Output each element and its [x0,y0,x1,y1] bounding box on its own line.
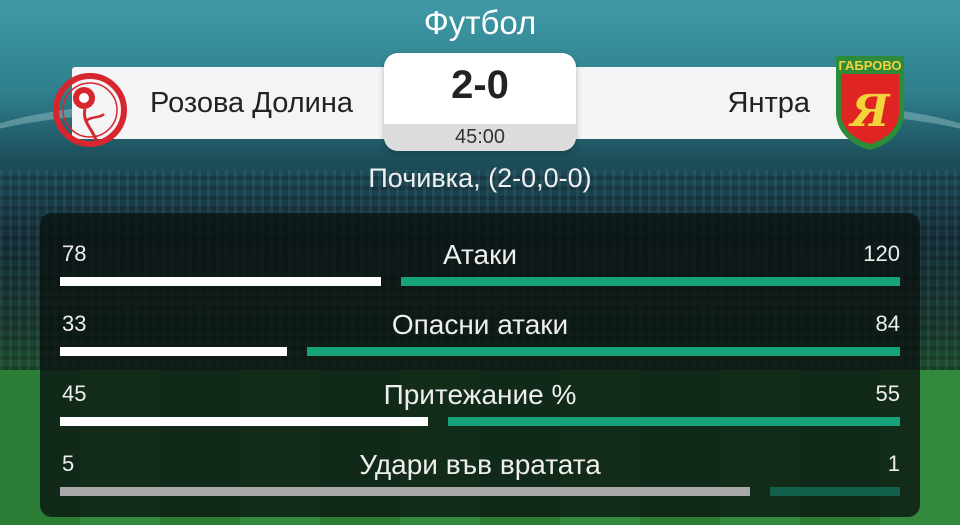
stat-away-bar [448,417,900,426]
stat-home-bar [60,277,381,286]
stat-home-bar [60,487,750,496]
home-team-name[interactable]: Розова Долина [150,67,353,139]
match-score: 2-0 [451,63,509,107]
away-team-name[interactable]: Янтра [728,67,811,139]
stat-home-bar [60,347,287,356]
stat-label: Удари във вратата [359,449,601,480]
match-status: Почивка, (2-0,0-0) [368,163,592,193]
score-card[interactable]: 2-0 45:00 [384,53,576,151]
stat-label: Атаки [442,239,518,270]
stat-row-possession: 45 Притежание % 55 [40,365,920,435]
stats-panel: 78 Атаки 120 33 Опасни атаки 84 45 Прите… [40,213,920,517]
match-time: 45:00 [384,124,576,151]
stat-away-bar [770,487,900,496]
stat-row-attacks: 78 Атаки 120 [40,225,920,295]
sport-title: Футбол [423,4,537,41]
stat-away-value: 1 [887,451,900,476]
stat-label: Опасни атаки [391,309,569,340]
stat-row-shots-on-target: 5 Удари във вратата 1 [40,435,920,505]
stat-away-value: 55 [875,381,900,406]
stat-away-value: 84 [875,311,900,336]
stat-away-bar [401,277,900,286]
stat-row-dangerous-attacks: 33 Опасни атаки 84 [40,295,920,365]
stat-home-bar [60,417,428,426]
stat-label: Притежание % [383,379,577,410]
stat-away-bar [307,347,900,356]
stat-away-value: 120 [863,241,900,266]
